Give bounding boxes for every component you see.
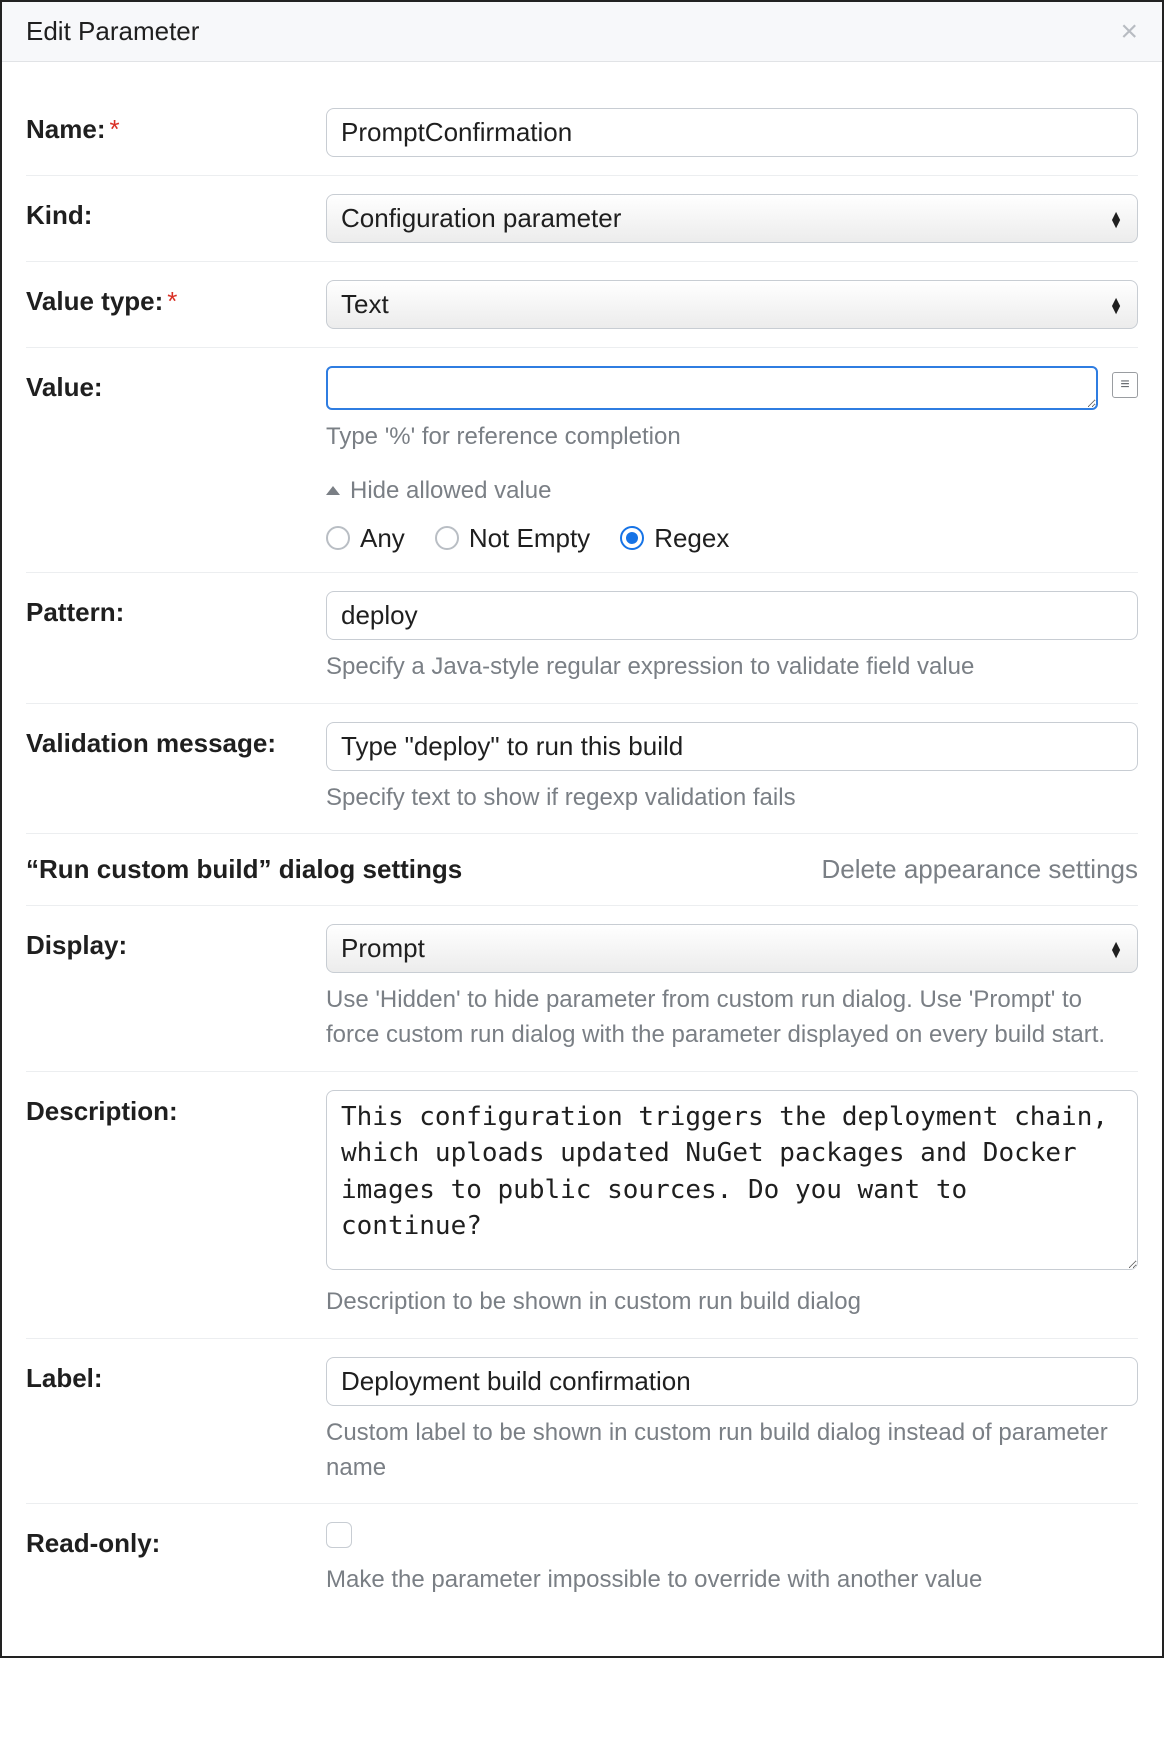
chevron-updown-icon: ▲▼ xyxy=(1109,297,1123,313)
row-description: Description: Description to be shown in … xyxy=(26,1072,1138,1339)
edit-parameter-dialog: Edit Parameter × Name:* Kind: Configurat… xyxy=(0,0,1164,1658)
section-title: “Run custom build” dialog settings xyxy=(26,854,462,885)
chevron-updown-icon: ▲▼ xyxy=(1109,211,1123,227)
hint-description: Description to be shown in custom run bu… xyxy=(326,1285,1138,1320)
expand-editor-icon[interactable]: ≡ xyxy=(1112,372,1138,398)
label-value-type: Value type:* xyxy=(26,280,326,317)
required-asterisk-icon: * xyxy=(167,286,177,316)
row-kind: Kind: Configuration parameter ▲▼ xyxy=(26,176,1138,262)
hint-pattern: Specify a Java-style regular expression … xyxy=(326,650,1138,685)
hint-label: Custom label to be shown in custom run b… xyxy=(326,1416,1138,1486)
allowed-value-radio-group: Any Not Empty Regex xyxy=(326,523,1138,554)
value-input[interactable] xyxy=(326,366,1098,410)
label-name: Name:* xyxy=(26,108,326,145)
pattern-input[interactable] xyxy=(326,591,1138,640)
label-display: Display: xyxy=(26,924,326,961)
row-display: Display: Prompt ▲▼ Use 'Hidden' to hide … xyxy=(26,906,1138,1072)
radio-any[interactable]: Any xyxy=(326,523,405,554)
row-pattern: Pattern: Specify a Java-style regular ex… xyxy=(26,573,1138,704)
label-description: Description: xyxy=(26,1090,326,1127)
row-value: Value: ≡ Type '%' for reference completi… xyxy=(26,348,1138,573)
validation-message-input[interactable] xyxy=(326,722,1138,771)
run-custom-build-section-header: “Run custom build” dialog settings Delet… xyxy=(26,834,1138,906)
name-input[interactable] xyxy=(326,108,1138,157)
hint-value: Type '%' for reference completion xyxy=(326,420,1138,455)
row-value-type: Value type:* Text ▲▼ xyxy=(26,262,1138,348)
delete-appearance-settings-link[interactable]: Delete appearance settings xyxy=(821,854,1138,885)
radio-icon xyxy=(326,526,350,550)
display-select[interactable]: Prompt ▲▼ xyxy=(326,924,1138,973)
read-only-checkbox[interactable] xyxy=(326,1522,352,1548)
description-input[interactable] xyxy=(326,1090,1138,1270)
value-type-select[interactable]: Text ▲▼ xyxy=(326,280,1138,329)
chevron-up-icon xyxy=(326,486,340,495)
required-asterisk-icon: * xyxy=(109,114,119,144)
hint-validation-message: Specify text to show if regexp validatio… xyxy=(326,781,1138,816)
hint-read-only: Make the parameter impossible to overrid… xyxy=(326,1563,1138,1598)
label-value: Value: xyxy=(26,366,326,403)
hint-display: Use 'Hidden' to hide parameter from cust… xyxy=(326,983,1138,1053)
row-label-field: Label: Custom label to be shown in custo… xyxy=(26,1339,1138,1505)
radio-regex[interactable]: Regex xyxy=(620,523,729,554)
dialog-body: Name:* Kind: Configuration parameter ▲▼ … xyxy=(2,62,1162,1656)
label-validation-message: Validation message: xyxy=(26,722,326,759)
chevron-updown-icon: ▲▼ xyxy=(1109,941,1123,957)
radio-not-empty[interactable]: Not Empty xyxy=(435,523,590,554)
close-icon[interactable]: × xyxy=(1120,17,1138,47)
row-name: Name:* xyxy=(26,90,1138,176)
label-pattern: Pattern: xyxy=(26,591,326,628)
dialog-header: Edit Parameter × xyxy=(2,2,1162,62)
hide-allowed-value-toggle[interactable]: Hide allowed value xyxy=(326,477,1138,505)
label-label: Label: xyxy=(26,1357,326,1394)
kind-select[interactable]: Configuration parameter ▲▼ xyxy=(326,194,1138,243)
radio-icon xyxy=(435,526,459,550)
radio-icon xyxy=(620,526,644,550)
row-read-only: Read-only: Make the parameter impossible… xyxy=(26,1504,1138,1616)
label-kind: Kind: xyxy=(26,194,326,231)
dialog-title: Edit Parameter xyxy=(26,16,199,47)
label-read-only: Read-only: xyxy=(26,1522,326,1559)
label-input[interactable] xyxy=(326,1357,1138,1406)
row-validation-message: Validation message: Specify text to show… xyxy=(26,704,1138,835)
